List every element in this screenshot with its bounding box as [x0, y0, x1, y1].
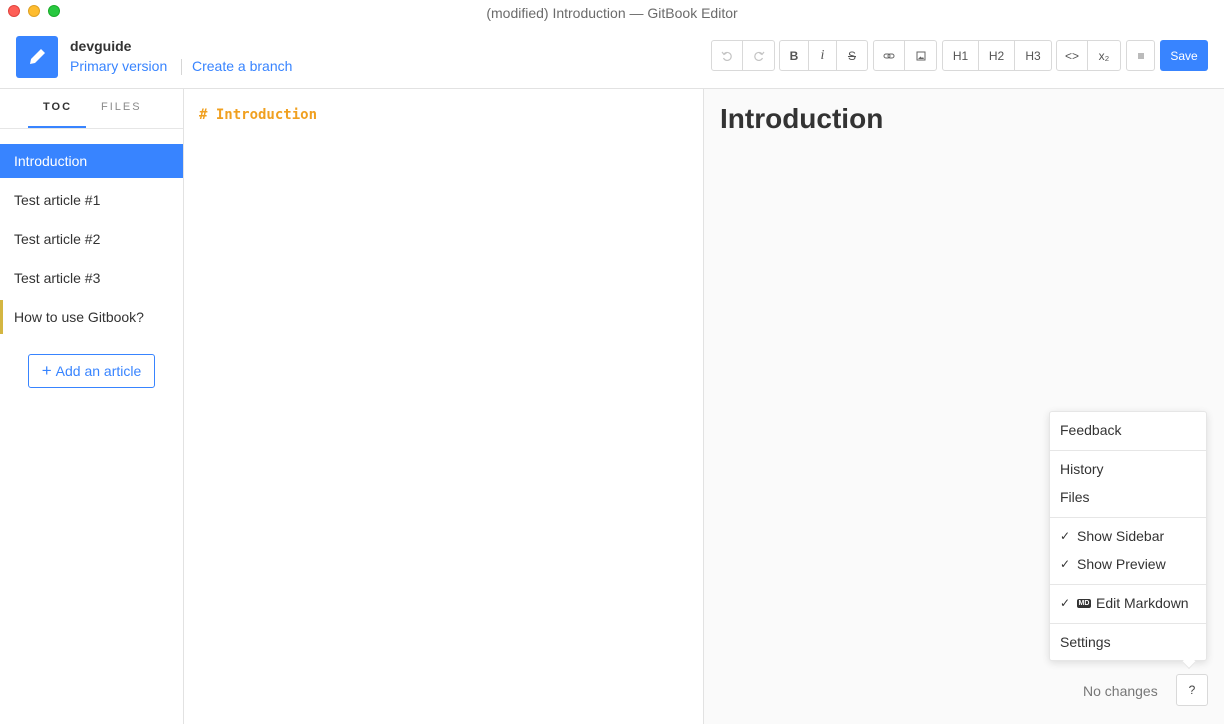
strikethrough-button[interactable]: S — [837, 41, 867, 70]
editor-header: devguide Primary version Create a branch… — [0, 26, 1224, 89]
menu-item-settings[interactable]: Settings — [1060, 634, 1111, 650]
checkmark-icon: ✓ — [1060, 529, 1071, 543]
footnote-button[interactable] — [1127, 41, 1154, 70]
menu-item-files[interactable]: Files — [1060, 489, 1090, 505]
create-branch-link[interactable]: Create a branch — [192, 58, 292, 74]
show-preview-label: Show Preview — [1077, 556, 1166, 572]
add-article-label: Add an article — [55, 363, 142, 379]
toc-item-how-to-use-gitbook[interactable]: How to use Gitbook? — [0, 300, 183, 334]
code-button[interactable]: <> — [1057, 41, 1088, 70]
menu-divider — [1050, 623, 1206, 624]
help-button[interactable]: ? — [1176, 674, 1208, 706]
misc-toolbar-group — [1126, 40, 1155, 71]
checkmark-icon: ✓ — [1060, 557, 1071, 571]
menu-item-history[interactable]: History — [1060, 461, 1104, 477]
image-icon — [916, 51, 925, 60]
insert-toolbar-group — [873, 40, 937, 71]
toc-item-test-article-1[interactable]: Test article #1 — [0, 183, 183, 217]
sidebar: TOC FILES Introduction Test article #1 T… — [0, 89, 184, 724]
history-toolbar-group — [711, 40, 775, 71]
menu-item-show-sidebar[interactable]: ✓ Show Sidebar — [1060, 528, 1164, 544]
show-sidebar-label: Show Sidebar — [1077, 528, 1165, 544]
preview-heading: Introduction — [720, 103, 884, 134]
tab-toc[interactable]: TOC — [43, 101, 72, 113]
add-article-button[interactable]: + Add an article — [28, 354, 155, 388]
menu-divider — [1050, 450, 1206, 451]
menu-divider — [1050, 517, 1206, 518]
menu-item-edit-markdown[interactable]: ✓ MD Edit Markdown — [1060, 595, 1189, 611]
insert-image-button[interactable] — [905, 41, 936, 70]
heading2-button[interactable]: H2 — [979, 41, 1015, 70]
italic-button[interactable]: i — [809, 41, 837, 70]
window-titlebar: (modified) Introduction — GitBook Editor — [0, 0, 1224, 26]
subscript-button[interactable]: x₂ — [1088, 41, 1120, 70]
markdown-icon: MD — [1077, 598, 1091, 608]
sidebar-tabs: TOC FILES — [0, 89, 183, 129]
heading1-button[interactable]: H1 — [943, 41, 979, 70]
redo-icon — [753, 51, 764, 61]
toc-item-test-article-2[interactable]: Test article #2 — [0, 222, 183, 256]
window-title: (modified) Introduction — GitBook Editor — [486, 5, 738, 21]
undo-button[interactable] — [712, 41, 743, 70]
heading3-button[interactable]: H3 — [1015, 41, 1051, 70]
editor-line[interactable]: # Introduction — [199, 107, 317, 123]
plus-icon: + — [41, 361, 52, 380]
menu-divider — [1050, 584, 1206, 585]
insert-link-button[interactable] — [874, 41, 905, 70]
checkmark-icon: ✓ — [1060, 596, 1071, 610]
save-status: No changes — [1083, 683, 1158, 699]
code-toolbar-group: <> x₂ — [1056, 40, 1121, 71]
format-toolbar-group: B i S — [779, 40, 868, 71]
version-link[interactable]: Primary version — [70, 58, 167, 74]
menu-item-feedback[interactable]: Feedback — [1060, 422, 1121, 438]
header-separator — [181, 59, 182, 75]
footnote-icon — [1137, 53, 1144, 58]
save-button[interactable]: Save — [1160, 40, 1208, 71]
toc-item-introduction[interactable]: Introduction — [0, 144, 183, 178]
tab-files[interactable]: FILES — [101, 101, 142, 113]
active-tab-indicator — [28, 126, 86, 128]
markdown-editor[interactable]: # Introduction — [184, 89, 704, 724]
undo-icon — [721, 51, 732, 61]
toc-item-test-article-3[interactable]: Test article #3 — [0, 261, 183, 295]
edit-pencil-icon — [16, 36, 58, 78]
book-name: devguide — [70, 38, 132, 54]
help-menu: Feedback History Files ✓ Show Sidebar ✓ … — [1049, 411, 1207, 670]
menu-item-show-preview[interactable]: ✓ Show Preview — [1060, 556, 1166, 572]
link-icon — [883, 53, 895, 58]
edit-markdown-label: Edit Markdown — [1096, 595, 1189, 611]
bold-button[interactable]: B — [780, 41, 809, 70]
redo-button[interactable] — [743, 41, 774, 70]
heading-toolbar-group: H1 H2 H3 — [942, 40, 1052, 71]
